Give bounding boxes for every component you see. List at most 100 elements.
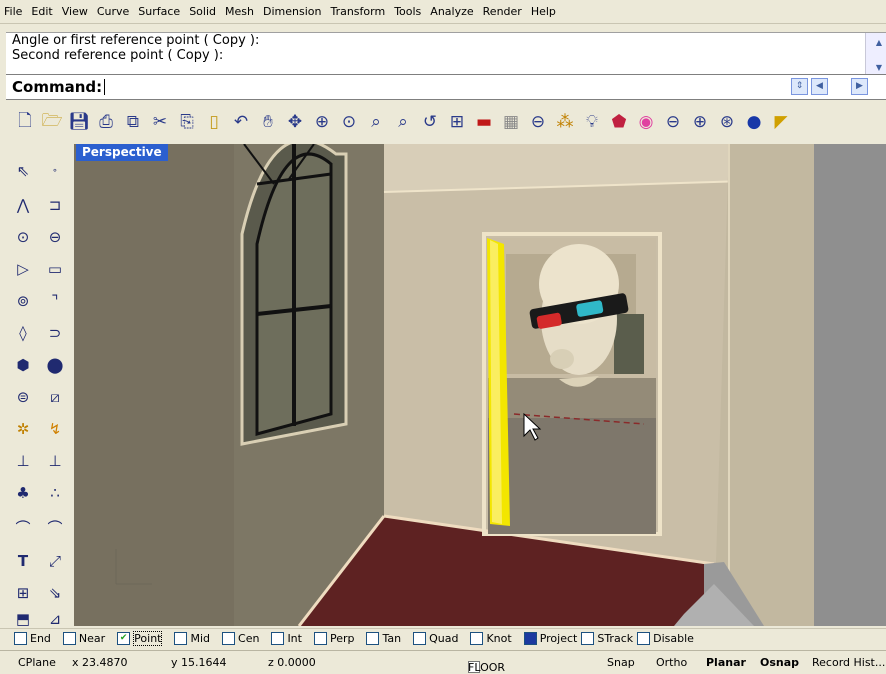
scroll-up-icon[interactable]: ▲	[872, 33, 886, 50]
osnap-near[interactable]: Near	[62, 632, 105, 645]
checkbox-icon[interactable]	[313, 632, 327, 645]
arc-icon[interactable]: ⊚	[12, 290, 34, 312]
transform-icon[interactable]: ⇘	[44, 582, 66, 604]
arc-tool-icon[interactable]: ⌒	[12, 516, 34, 538]
osnap-cen[interactable]: Cen	[222, 632, 259, 645]
checkbox-icon[interactable]	[174, 632, 188, 645]
record-history-toggle[interactable]: Record Hist...	[812, 656, 885, 669]
scroll-down-icon[interactable]: ▼	[872, 50, 886, 75]
menu-help[interactable]: Help	[531, 5, 556, 18]
scroll-right-icon[interactable]: ▶	[851, 78, 868, 95]
render-color-icon[interactable]: ◉	[635, 110, 657, 134]
osnap-mid[interactable]: Mid	[174, 632, 210, 645]
new-file-icon[interactable]: 🗋	[14, 110, 36, 134]
snap-toggle[interactable]: Snap	[607, 656, 635, 669]
wire-sphere-icon[interactable]: ⊕	[689, 110, 711, 134]
paste-icon[interactable]: ▯	[203, 110, 225, 134]
sphere-solid-icon[interactable]: ⬤	[44, 354, 66, 376]
light-bulb-icon[interactable]: 💡︎	[581, 110, 603, 134]
scroll-left-icon[interactable]: ◀	[811, 78, 828, 95]
save-icon[interactable]: 💾︎	[68, 110, 90, 134]
grid-icon[interactable]: ▦	[500, 110, 522, 134]
osnap-strack[interactable]: STrack	[581, 632, 633, 645]
pan-hand-icon[interactable]: ✋︎	[257, 110, 279, 134]
menu-transform[interactable]: Transform	[330, 5, 385, 18]
checkmark-icon[interactable]: ✔	[117, 632, 131, 645]
osnap-end[interactable]: End	[14, 632, 51, 645]
four-viewports-icon[interactable]: ⊞	[446, 110, 468, 134]
zoom-in-icon[interactable]: ⊕	[311, 110, 333, 134]
menu-edit[interactable]: Edit	[31, 5, 52, 18]
select-arrow-icon[interactable]: ⇖	[12, 160, 34, 182]
camera-car-icon[interactable]: ▬	[473, 110, 495, 134]
command-input[interactable]	[104, 79, 710, 95]
shade-icon[interactable]: ⬟	[608, 110, 630, 134]
checkbox-icon[interactable]	[470, 632, 484, 645]
split-icon[interactable]: ⊥	[44, 450, 66, 472]
history-scrollbar[interactable]: ▲ ▼	[865, 33, 886, 75]
mesh-icon[interactable]: ⧄	[44, 386, 66, 408]
cplane-label[interactable]: CPlane	[18, 656, 56, 669]
spin-icon[interactable]: ⇕	[791, 78, 808, 95]
checkbox-icon[interactable]	[581, 632, 595, 645]
open-folder-icon[interactable]: 🗁	[41, 110, 63, 134]
zoom-selected-icon[interactable]: ⌕	[392, 110, 414, 134]
ellipse-icon[interactable]: ⊖	[44, 226, 66, 248]
polygon-icon[interactable]: ▷	[12, 258, 34, 280]
menu-mesh[interactable]: Mesh	[225, 5, 254, 18]
planar-toggle[interactable]: Planar	[706, 656, 746, 669]
undo-view-icon[interactable]: ↺	[419, 110, 441, 134]
copy-icon[interactable]: ⎘	[176, 110, 198, 134]
layer-icon[interactable]: ⬒	[12, 608, 34, 630]
menu-view[interactable]: View	[62, 5, 88, 18]
osnap-tan[interactable]: Tan	[366, 632, 401, 645]
cylinder-icon[interactable]: ⊜	[12, 386, 34, 408]
osnap-point[interactable]: ✔ Point	[117, 631, 163, 646]
sphere-icon[interactable]: ⊖	[662, 110, 684, 134]
mesh-sphere-icon[interactable]: ⊛	[716, 110, 738, 134]
fillet-icon[interactable]: ⌝	[44, 290, 66, 312]
array-icon[interactable]: ⊞	[12, 582, 34, 604]
menu-tools[interactable]: Tools	[394, 5, 421, 18]
checkbox-icon[interactable]	[366, 632, 380, 645]
object-properties-icon[interactable]: ⁂	[554, 110, 576, 134]
perspective-viewport[interactable]: Perspective	[74, 144, 886, 626]
boolean-icon[interactable]: ✲	[12, 418, 34, 440]
explode-icon[interactable]: ↯	[44, 418, 66, 440]
menu-analyze[interactable]: Analyze	[430, 5, 473, 18]
undo-icon[interactable]: ↶	[230, 110, 252, 134]
zoom-extents-icon[interactable]: ⌕	[365, 110, 387, 134]
polyline-icon[interactable]: ⋀	[12, 194, 34, 216]
checkbox-icon[interactable]	[271, 632, 285, 645]
menu-dimension[interactable]: Dimension	[263, 5, 321, 18]
menu-surface[interactable]: Surface	[138, 5, 180, 18]
trim-icon[interactable]: ⊥	[12, 450, 34, 472]
print-icon[interactable]: ⎙	[95, 110, 117, 134]
surface-icon[interactable]: ◊	[12, 322, 34, 344]
osnap-knot[interactable]: Knot	[470, 632, 512, 645]
target-icon[interactable]: ⊖	[527, 110, 549, 134]
loft-icon[interactable]: ⊃	[44, 322, 66, 344]
template-icon[interactable]: ⧉	[122, 110, 144, 134]
osnap-disable[interactable]: Disable	[637, 632, 694, 645]
menu-solid[interactable]: Solid	[189, 5, 216, 18]
cut-icon[interactable]: ✂	[149, 110, 171, 134]
rotate-view-icon[interactable]: ✥	[284, 110, 306, 134]
checkbox-icon[interactable]	[222, 632, 236, 645]
menu-render[interactable]: Render	[483, 5, 522, 18]
zoom-window-icon[interactable]: ⊙	[338, 110, 360, 134]
point-icon[interactable]: ∘	[44, 160, 66, 182]
osnap-project[interactable]: Project	[523, 632, 577, 645]
dimension-icon[interactable]: ⤢	[44, 550, 66, 572]
curve-cv-icon[interactable]: ⊐	[44, 194, 66, 216]
render-sphere-icon[interactable]: ●	[743, 110, 765, 134]
text-icon[interactable]: T	[12, 550, 34, 572]
ortho-toggle[interactable]: Ortho	[656, 656, 687, 669]
rectangle-icon[interactable]: ▭	[44, 258, 66, 280]
group-icon[interactable]: ♣	[12, 482, 34, 504]
osnap-perp[interactable]: Perp	[313, 632, 354, 645]
viewport-label[interactable]: Perspective	[76, 144, 168, 161]
checkbox-icon[interactable]	[637, 632, 651, 645]
toolbar-overflow-icon[interactable]: ◤	[770, 110, 792, 134]
box-solid-icon[interactable]: ⬢	[12, 354, 34, 376]
